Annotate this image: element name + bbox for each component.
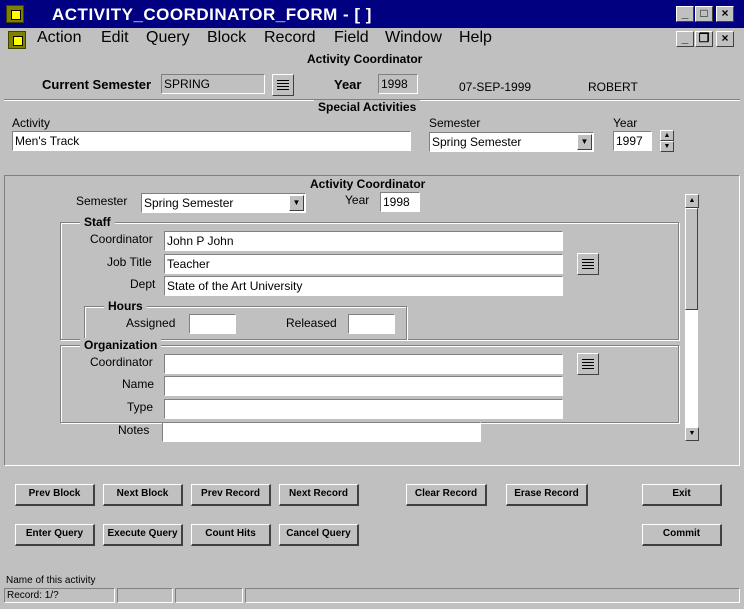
- menu-block[interactable]: Block: [207, 28, 246, 48]
- header-title: Activity Coordinator: [307, 52, 423, 66]
- dept-label: Dept: [130, 277, 156, 291]
- app-icon[interactable]: [6, 5, 24, 23]
- menu-window[interactable]: Window: [385, 28, 442, 48]
- window-title: ACTIVITY_COORDINATOR_FORM - [ ]: [52, 5, 372, 24]
- menu-record[interactable]: Record: [264, 28, 316, 48]
- released-field[interactable]: [348, 314, 395, 334]
- special-semester-value: Spring Semester: [432, 135, 522, 149]
- vertical-scrollbar[interactable]: ▲ ▼: [684, 193, 699, 442]
- assigned-field[interactable]: [189, 314, 236, 334]
- org-name-field[interactable]: [164, 376, 563, 396]
- special-semester-label: Semester: [429, 116, 481, 130]
- org-coordinator-field[interactable]: [164, 354, 563, 374]
- status-cell-4: [245, 588, 740, 603]
- notes-field[interactable]: [162, 422, 481, 442]
- activity-field[interactable]: Men's Track: [12, 131, 411, 151]
- staff-list-button[interactable]: [577, 253, 599, 275]
- header-year-label: Year: [334, 77, 362, 92]
- org-type-field[interactable]: [164, 399, 563, 419]
- execute-query-button[interactable]: Execute Query: [103, 524, 183, 546]
- erase-record-button[interactable]: Erase Record: [506, 484, 588, 506]
- coordinator-semester-select[interactable]: Spring Semester ▼: [141, 193, 306, 213]
- current-semester-label: Current Semester: [42, 77, 152, 92]
- coordinator-semester-value: Spring Semester: [144, 196, 234, 210]
- year-increment-button[interactable]: ▲: [660, 130, 674, 141]
- assigned-label: Assigned: [126, 316, 176, 330]
- status-message: Name of this activity: [6, 575, 96, 586]
- mdi-restore-button[interactable]: ❐: [695, 31, 713, 47]
- status-cell-2: [117, 588, 173, 603]
- menu-help[interactable]: Help: [459, 28, 492, 48]
- document-icon[interactable]: [8, 31, 26, 49]
- year-decrement-button[interactable]: ▼: [660, 141, 674, 152]
- close-button[interactable]: ×: [716, 6, 734, 22]
- job-title-label: Job Title: [107, 255, 152, 269]
- record-indicator: Record: 1/?: [4, 588, 115, 603]
- current-semester-field[interactable]: SPRING: [161, 74, 265, 94]
- scroll-up-button[interactable]: ▲: [685, 194, 699, 208]
- next-record-button[interactable]: Next Record: [279, 484, 359, 506]
- organization-title: Organization: [80, 338, 162, 352]
- maximize-button[interactable]: □: [695, 6, 713, 22]
- menu-action[interactable]: Action: [37, 28, 81, 48]
- dept-field[interactable]: State of the Art University: [164, 276, 563, 296]
- commit-button[interactable]: Commit: [642, 524, 722, 546]
- next-block-button[interactable]: Next Block: [103, 484, 183, 506]
- scroll-thumb[interactable]: [685, 208, 698, 310]
- menu-query[interactable]: Query: [146, 28, 190, 48]
- title-bar: ACTIVITY_COORDINATOR_FORM - [ ] _ □ ×: [0, 0, 744, 28]
- job-title-field[interactable]: Teacher: [164, 254, 563, 274]
- special-activities-title: Special Activities: [314, 100, 421, 114]
- current-semester-list-button[interactable]: [272, 74, 294, 96]
- header-year-field[interactable]: 1998: [378, 74, 418, 94]
- special-semester-select[interactable]: Spring Semester ▼: [429, 132, 594, 152]
- notes-label: Notes: [118, 423, 150, 437]
- coordinator-year-field[interactable]: 1998: [380, 192, 420, 212]
- prev-record-button[interactable]: Prev Record: [191, 484, 271, 506]
- mdi-minimize-button[interactable]: _: [676, 31, 694, 47]
- coordinator-year-label: Year: [345, 193, 370, 207]
- coordinator-semester-label: Semester: [76, 194, 128, 208]
- released-label: Released: [286, 316, 337, 330]
- special-year-field[interactable]: 1997: [613, 131, 652, 151]
- special-year-label: Year: [613, 116, 638, 130]
- status-cell-3: [175, 588, 243, 603]
- staff-coordinator-field[interactable]: John P John: [164, 231, 563, 251]
- scroll-down-button[interactable]: ▼: [685, 427, 699, 441]
- org-name-label: Name: [122, 377, 155, 391]
- chevron-down-icon[interactable]: ▼: [577, 134, 592, 150]
- activity-label: Activity: [12, 116, 51, 130]
- mdi-close-button[interactable]: ×: [716, 31, 734, 47]
- enter-query-button[interactable]: Enter Query: [15, 524, 95, 546]
- minimize-button[interactable]: _: [676, 6, 694, 22]
- cancel-query-button[interactable]: Cancel Query: [279, 524, 359, 546]
- count-hits-button[interactable]: Count Hits: [191, 524, 271, 546]
- exit-button[interactable]: Exit: [642, 484, 722, 506]
- coordinator-title: Activity Coordinator: [306, 177, 430, 191]
- current-user: ROBERT: [588, 80, 638, 94]
- menu-field[interactable]: Field: [334, 28, 369, 48]
- staff-coordinator-label: Coordinator: [90, 232, 153, 246]
- menu-bar: Action Edit Query Block Record Field Win…: [0, 28, 744, 50]
- chevron-down-icon[interactable]: ▼: [289, 195, 304, 211]
- clear-record-button[interactable]: Clear Record: [406, 484, 487, 506]
- prev-block-button[interactable]: Prev Block: [15, 484, 95, 506]
- org-coordinator-label: Coordinator: [90, 355, 153, 369]
- current-date: 07-SEP-1999: [459, 80, 532, 94]
- hours-title: Hours: [104, 299, 147, 313]
- staff-title: Staff: [80, 215, 115, 229]
- menu-edit[interactable]: Edit: [101, 28, 129, 48]
- org-list-button[interactable]: [577, 353, 599, 375]
- org-type-label: Type: [127, 400, 154, 414]
